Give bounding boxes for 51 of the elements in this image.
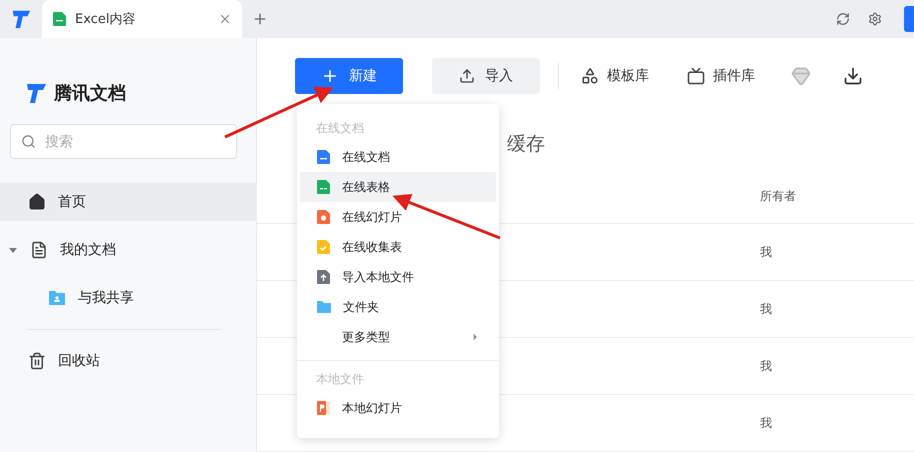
table-cell: 我 <box>760 358 772 374</box>
new-button[interactable]: 新建 <box>295 58 403 94</box>
menu-item[interactable]: 在线收集表 <box>300 232 496 262</box>
file-icon <box>316 209 331 225</box>
shapes-icon <box>581 67 599 85</box>
sidebar-item[interactable]: 回收站 <box>0 342 256 380</box>
settings-icon[interactable] <box>868 12 882 26</box>
sync-icon[interactable] <box>836 12 850 26</box>
document-tab[interactable]: Excel内容 <box>42 0 242 38</box>
sidebar-item[interactable]: 与我共享 <box>0 279 256 317</box>
search-field[interactable]: 搜索 <box>10 124 237 159</box>
menu-item[interactable]: 在线幻灯片 <box>300 202 496 232</box>
menu-section-header: 本地文件 <box>315 370 365 388</box>
menu-section-header: 在线文档 <box>315 120 365 136</box>
plus-icon <box>321 67 339 85</box>
file-icon <box>316 149 331 165</box>
search-icon <box>21 134 36 149</box>
import-icon <box>459 68 475 84</box>
toolbar-link[interactable]: 模板库 <box>577 67 653 85</box>
sidebar-item[interactable]: 我的文档 <box>0 231 256 269</box>
document-icon <box>30 241 48 259</box>
menu-item[interactable]: 导入本地文件 <box>300 262 496 292</box>
menu-item[interactable]: 在线表格 <box>300 172 496 202</box>
logo-icon <box>10 8 32 30</box>
menu-item[interactable]: 在线文档 <box>300 142 496 172</box>
close-icon[interactable] <box>218 12 232 26</box>
table-cell: 我 <box>760 414 772 432</box>
sidebar-item[interactable]: 首页 <box>0 183 256 221</box>
menu-item[interactable]: 本地幻灯片 <box>300 393 496 423</box>
menu-item[interactable]: 更多类型 <box>300 322 496 352</box>
slides-file-icon <box>316 400 331 416</box>
file-icon <box>316 179 331 195</box>
logo-icon <box>24 81 48 105</box>
brand-name: 腾讯文档 <box>54 82 126 105</box>
column-header: 所有者 <box>760 188 796 204</box>
new-tab-icon[interactable] <box>252 11 268 27</box>
menu-item[interactable]: 文件夹 <box>300 292 496 322</box>
file-icon <box>52 11 67 27</box>
expand-icon[interactable] <box>8 245 18 255</box>
toolbar-link[interactable]: 插件库 <box>683 67 759 85</box>
file-icon <box>316 269 331 285</box>
folder-icon <box>316 300 332 314</box>
shared-folder-icon <box>48 290 66 306</box>
monitor-icon <box>687 67 705 85</box>
home-icon <box>28 193 46 211</box>
table-cell: 我 <box>760 244 772 260</box>
section-heading: 缓存 <box>507 132 545 156</box>
file-icon <box>316 239 331 255</box>
import-button[interactable]: 导入 <box>432 58 540 94</box>
trash-icon <box>28 352 46 370</box>
table-cell: 我 <box>760 300 772 318</box>
